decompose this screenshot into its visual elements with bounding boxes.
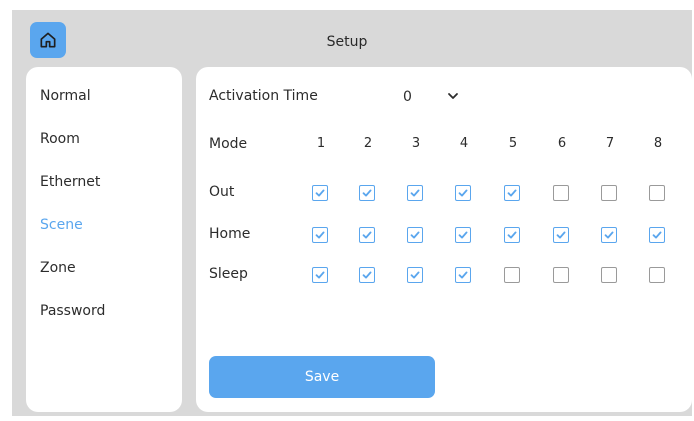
sidebar-item-password[interactable]: Password bbox=[40, 303, 105, 319]
check-icon bbox=[410, 231, 420, 239]
checkbox-sleep-5[interactable] bbox=[504, 267, 520, 283]
checkbox-sleep-7[interactable] bbox=[601, 267, 617, 283]
check-icon bbox=[315, 271, 325, 279]
check-icon bbox=[652, 231, 662, 239]
mode-label: Mode bbox=[209, 136, 248, 152]
check-icon bbox=[362, 231, 372, 239]
checkbox-home-1[interactable] bbox=[312, 227, 328, 243]
checkbox-out-2[interactable] bbox=[359, 185, 375, 201]
mode-column-3: 3 bbox=[411, 136, 421, 151]
chevron-down-icon[interactable] bbox=[445, 88, 461, 104]
mode-column-6: 6 bbox=[557, 136, 567, 151]
checkbox-home-6[interactable] bbox=[553, 227, 569, 243]
checkbox-sleep-1[interactable] bbox=[312, 267, 328, 283]
checkbox-home-8[interactable] bbox=[649, 227, 665, 243]
mode-column-4: 4 bbox=[459, 136, 469, 151]
scene-panel: Activation Time 0 Mode 1 2 3 4 5 6 7 8 Out Home Sl… bbox=[196, 67, 692, 412]
mode-column-1: 1 bbox=[316, 136, 326, 151]
mode-column-5: 5 bbox=[508, 136, 518, 151]
checkbox-out-1[interactable] bbox=[312, 185, 328, 201]
sidebar-item-room[interactable]: Room bbox=[40, 131, 80, 147]
check-icon bbox=[458, 189, 468, 197]
checkbox-out-6[interactable] bbox=[553, 185, 569, 201]
check-icon bbox=[362, 189, 372, 197]
sidebar-item-normal[interactable]: Normal bbox=[40, 88, 91, 104]
check-icon bbox=[507, 189, 517, 197]
check-icon bbox=[604, 231, 614, 239]
check-icon bbox=[410, 271, 420, 279]
checkbox-home-7[interactable] bbox=[601, 227, 617, 243]
checkbox-out-8[interactable] bbox=[649, 185, 665, 201]
sidebar: Normal Room Ethernet Scene Zone Password bbox=[26, 67, 182, 412]
sidebar-item-scene[interactable]: Scene bbox=[40, 217, 83, 233]
check-icon bbox=[458, 231, 468, 239]
check-icon bbox=[507, 231, 517, 239]
check-icon bbox=[362, 271, 372, 279]
checkbox-sleep-2[interactable] bbox=[359, 267, 375, 283]
check-icon bbox=[458, 271, 468, 279]
activation-time-value[interactable]: 0 bbox=[403, 89, 412, 105]
checkbox-sleep-8[interactable] bbox=[649, 267, 665, 283]
checkbox-out-7[interactable] bbox=[601, 185, 617, 201]
check-icon bbox=[315, 189, 325, 197]
checkbox-sleep-6[interactable] bbox=[553, 267, 569, 283]
mode-column-7: 7 bbox=[605, 136, 615, 151]
mode-column-8: 8 bbox=[653, 136, 663, 151]
row-label-home: Home bbox=[209, 226, 251, 242]
checkbox-out-5[interactable] bbox=[504, 185, 520, 201]
check-icon bbox=[556, 231, 566, 239]
checkbox-home-3[interactable] bbox=[407, 227, 423, 243]
checkbox-sleep-3[interactable] bbox=[407, 267, 423, 283]
checkbox-out-3[interactable] bbox=[407, 185, 423, 201]
check-icon bbox=[410, 189, 420, 197]
check-icon bbox=[315, 231, 325, 239]
checkbox-home-4[interactable] bbox=[455, 227, 471, 243]
checkbox-out-4[interactable] bbox=[455, 185, 471, 201]
sidebar-item-zone[interactable]: Zone bbox=[40, 260, 76, 276]
checkbox-sleep-4[interactable] bbox=[455, 267, 471, 283]
checkbox-home-2[interactable] bbox=[359, 227, 375, 243]
sidebar-item-ethernet[interactable]: Ethernet bbox=[40, 174, 100, 190]
row-label-out: Out bbox=[209, 184, 235, 200]
page-title: Setup bbox=[326, 34, 368, 50]
checkbox-home-5[interactable] bbox=[504, 227, 520, 243]
row-label-sleep: Sleep bbox=[209, 266, 248, 282]
mode-column-2: 2 bbox=[363, 136, 373, 151]
save-button[interactable]: Save bbox=[209, 356, 435, 398]
activation-time-label: Activation Time bbox=[209, 88, 318, 104]
